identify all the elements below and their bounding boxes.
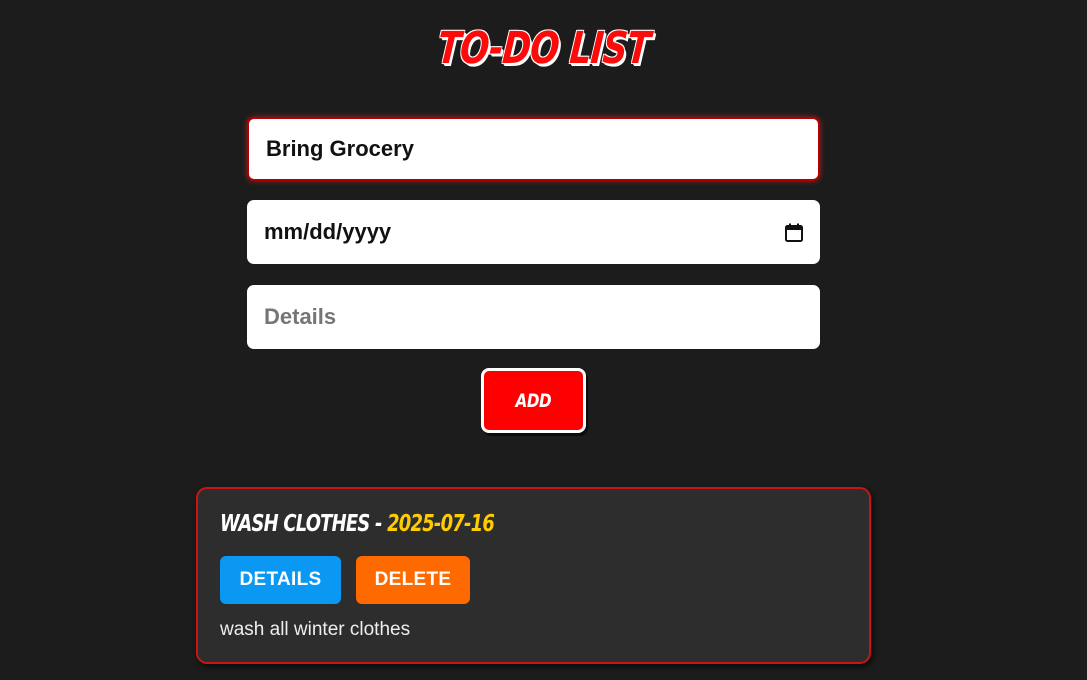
task-card-date: 2025-07-16 (387, 511, 495, 537)
calendar-icon[interactable] (785, 223, 803, 242)
task-card-description: wash all winter clothes (220, 619, 411, 640)
task-name-value: Bring Grocery (266, 136, 414, 161)
delete-button[interactable]: DELETE (356, 556, 470, 604)
task-card-title: WASH CLOTHES - 2025-07-16 (220, 511, 495, 537)
todo-app: TO-DO LIST Bring Grocery mm/dd/yyyy Deta… (0, 0, 1087, 680)
due-date-placeholder: mm/dd/yyyy (264, 219, 392, 244)
details-input[interactable]: Details (247, 285, 820, 349)
due-date-input[interactable]: mm/dd/yyyy (247, 200, 820, 264)
details-button[interactable]: DETAILS (220, 556, 341, 604)
task-card: WASH CLOTHES - 2025-07-16 DETAILS DELETE… (196, 487, 871, 664)
add-button-label: ADD (515, 389, 552, 412)
task-card-name: WASH CLOTHES (220, 511, 370, 537)
add-button[interactable]: ADD (481, 368, 586, 433)
task-name-input[interactable]: Bring Grocery (247, 117, 820, 181)
details-placeholder: Details (264, 304, 337, 329)
page-title: TO-DO LIST (435, 23, 652, 74)
task-card-separator: - (369, 511, 388, 537)
